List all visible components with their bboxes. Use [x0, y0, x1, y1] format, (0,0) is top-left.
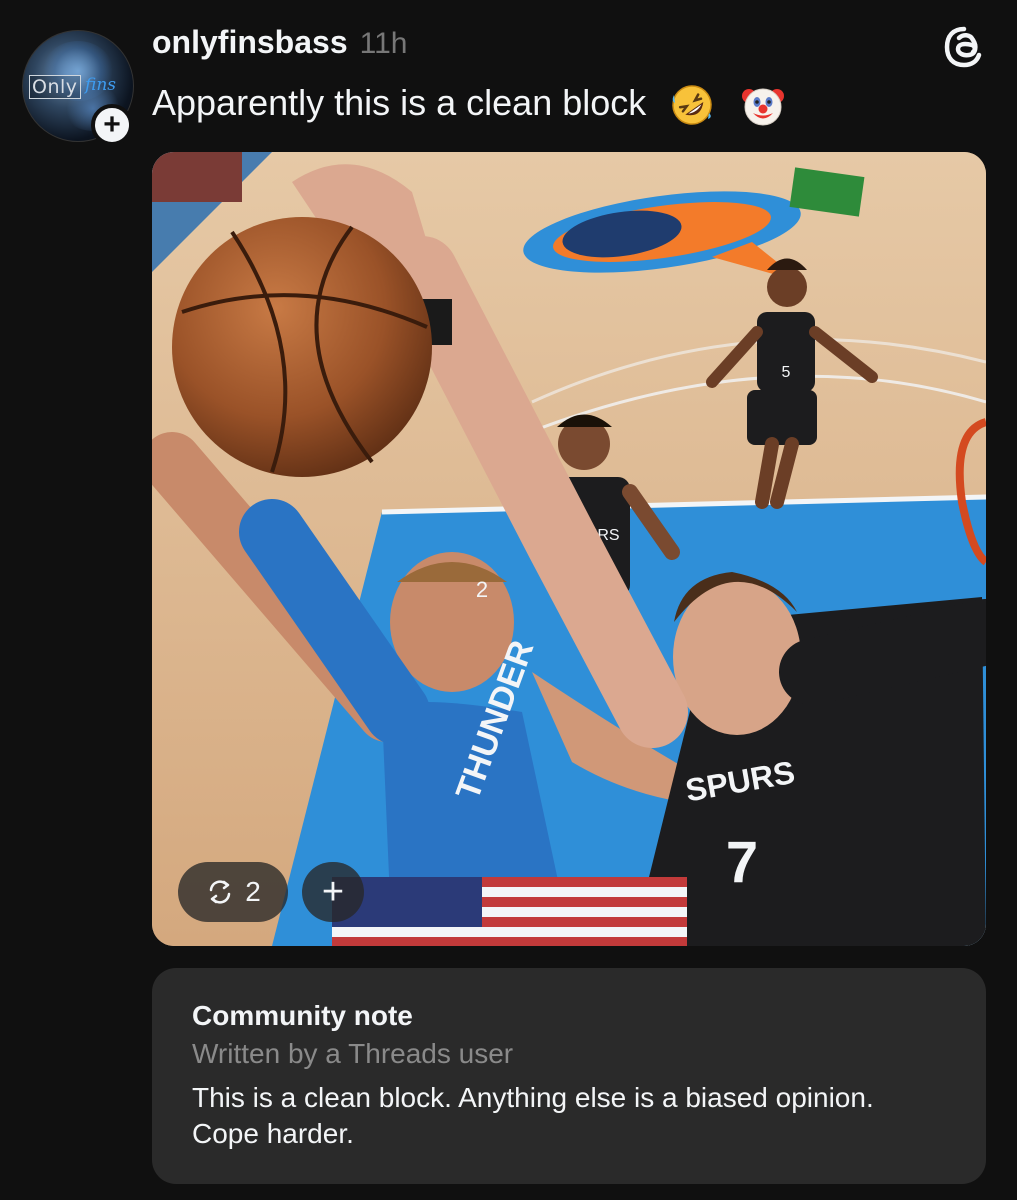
community-note-author: Written by a Threads user — [192, 1038, 514, 1069]
community-note: Community note Written by a Threads user… — [152, 968, 986, 1184]
post-text: Apparently this is a clean block — [152, 82, 786, 128]
avatar-logo-script: fins — [85, 75, 117, 95]
rolling-on-floor-laughing-icon — [672, 85, 713, 126]
jersey-number: 5 — [782, 364, 791, 381]
basketball-photo: 5 SPURS 2 THUNDER 2 SPURS 7 — [152, 152, 986, 946]
community-note-body: This is a clean block. Anything else is … — [192, 1082, 874, 1149]
jersey-number: 2 — [476, 577, 488, 602]
repost-count: 2 — [245, 876, 261, 907]
post-body: Apparently this is a clean block — [152, 82, 647, 123]
timestamp: 11h — [359, 27, 408, 60]
community-note-title: Community note — [192, 1000, 413, 1031]
american-flag — [332, 877, 687, 946]
clown-face-icon — [742, 88, 785, 126]
threads-logo-icon[interactable] — [943, 26, 985, 68]
post-image[interactable]: 5 SPURS 2 THUNDER 2 SPURS 7 — [152, 152, 986, 946]
plus-icon: + — [321, 871, 345, 913]
avatar-logo-text: Only — [29, 75, 81, 99]
jersey-number: 7 — [726, 830, 758, 895]
repost-count-chip[interactable]: 2 — [178, 862, 288, 922]
post-header: onlyfinsbass 11h — [152, 24, 407, 61]
repost-icon — [209, 880, 231, 904]
basketball — [172, 217, 432, 477]
thread-post: Only fins + onlyfinsbass 11h Apparently … — [0, 0, 1017, 1200]
follow-plus-button[interactable]: + — [91, 104, 133, 146]
username[interactable]: onlyfinsbass — [152, 24, 348, 61]
add-button[interactable]: + — [302, 862, 364, 922]
